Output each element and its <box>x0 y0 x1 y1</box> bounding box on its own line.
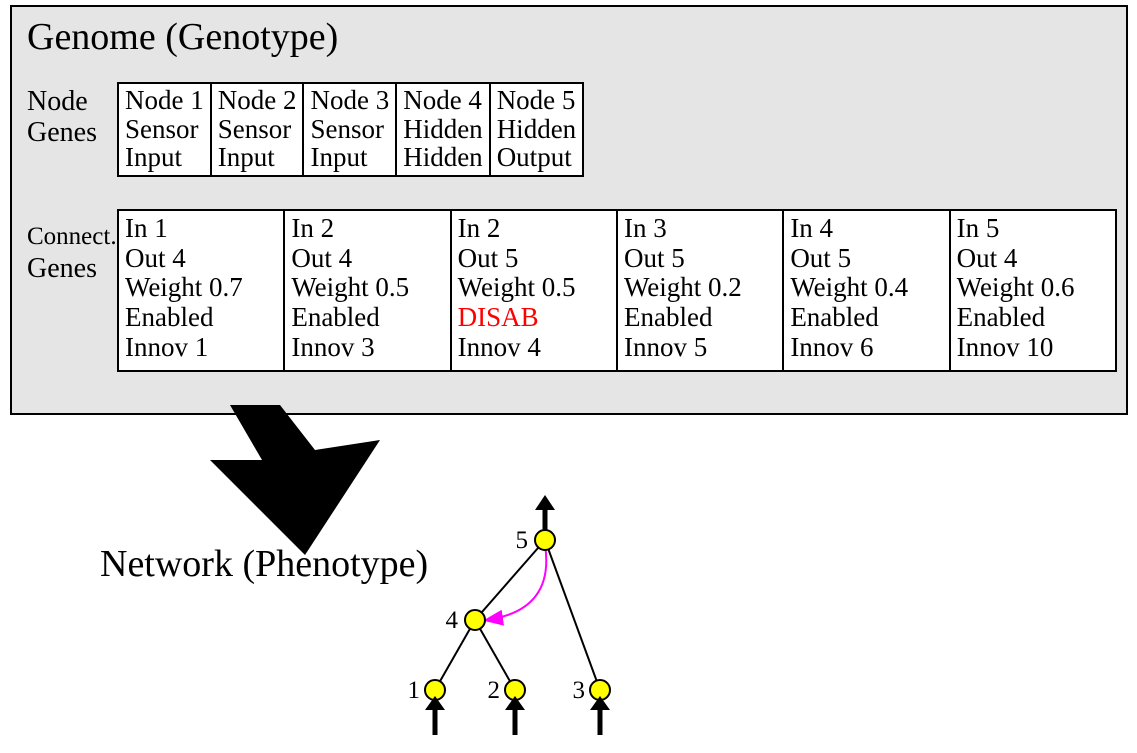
conn-gene-out: Out 4 <box>957 244 1109 274</box>
node-gene-name: Node 5 <box>497 86 576 115</box>
conn-gene-innov: Innov 4 <box>458 333 610 363</box>
conn-gene-weight: Weight 0.6 <box>957 273 1109 303</box>
conn-gene-1: In 1 Out 4 Weight 0.7 Enabled Innov 1 <box>119 211 285 370</box>
conn-gene-out: Out 5 <box>790 244 942 274</box>
genome-title: Genome (Genotype) <box>27 15 338 59</box>
conn-gene-status: Enabled <box>125 303 277 333</box>
conn-gene-out: Out 4 <box>291 244 443 274</box>
node-gene-4: Node 4 Hidden Hidden <box>397 84 490 175</box>
node-gene-type: Sensor <box>310 115 389 144</box>
node-gene-name: Node 3 <box>310 86 389 115</box>
conn-gene-innov: Innov 1 <box>125 333 277 363</box>
network-phenotype-diagram: 5 4 1 2 3 <box>395 490 715 750</box>
node-gene-layer: Input <box>125 143 204 172</box>
conn-gene-in: In 2 <box>458 214 610 244</box>
conn-gene-innov: Innov 5 <box>624 333 776 363</box>
conn-gene-out: Out 4 <box>125 244 277 274</box>
conn-gene-5: In 4 Out 5 Weight 0.4 Enabled Innov 6 <box>784 211 950 370</box>
node-genes-label-l1: Node <box>27 87 97 118</box>
conn-gene-in: In 4 <box>790 214 942 244</box>
node-gene-5: Node 5 Hidden Output <box>491 84 582 175</box>
genotype-to-phenotype-arrow-icon <box>190 395 410 565</box>
network-node-5 <box>535 530 555 550</box>
node-genes-label: Node Genes <box>27 87 97 149</box>
node-genes-row: Node 1 Sensor Input Node 2 Sensor Input … <box>117 82 584 177</box>
node-gene-layer: Hidden <box>403 143 482 172</box>
conn-gene-status: Enabled <box>291 303 443 333</box>
edge-5-4-recurrent <box>487 545 546 620</box>
network-node-2-label: 2 <box>488 677 501 704</box>
conn-gene-weight: Weight 0.5 <box>291 273 443 303</box>
conn-gene-innov: Innov 3 <box>291 333 443 363</box>
conn-gene-innov: Innov 10 <box>957 333 1109 363</box>
conn-gene-2: In 2 Out 4 Weight 0.5 Enabled Innov 3 <box>285 211 451 370</box>
network-node-3-label: 3 <box>573 677 586 704</box>
conn-gene-in: In 3 <box>624 214 776 244</box>
network-node-5-label: 5 <box>516 527 529 554</box>
conn-gene-out: Out 5 <box>624 244 776 274</box>
conn-gene-weight: Weight 0.4 <box>790 273 942 303</box>
network-node-4 <box>465 610 485 630</box>
node-gene-layer: Output <box>497 143 576 172</box>
node-gene-layer: Input <box>218 143 297 172</box>
network-node-1-label: 1 <box>408 677 421 704</box>
output-arrowhead-icon <box>535 495 555 510</box>
conn-gene-6: In 5 Out 4 Weight 0.6 Enabled Innov 10 <box>951 211 1115 370</box>
conn-gene-in: In 5 <box>957 214 1109 244</box>
connect-genes-label-l1: Connect. <box>27 222 117 252</box>
node-gene-2: Node 2 Sensor Input <box>212 84 305 175</box>
node-gene-3: Node 3 Sensor Input <box>304 84 397 175</box>
connect-genes-label-l2: Genes <box>27 252 117 286</box>
conn-gene-weight: Weight 0.7 <box>125 273 277 303</box>
node-gene-type: Hidden <box>497 115 576 144</box>
node-gene-name: Node 2 <box>218 86 297 115</box>
conn-gene-status: Enabled <box>624 303 776 333</box>
node-genes-label-l2: Genes <box>27 118 97 149</box>
conn-gene-4: In 3 Out 5 Weight 0.2 Enabled Innov 5 <box>618 211 784 370</box>
node-gene-type: Sensor <box>125 115 204 144</box>
connect-genes-label: Connect. Genes <box>27 222 117 286</box>
node-gene-layer: Input <box>310 143 389 172</box>
conn-gene-in: In 1 <box>125 214 277 244</box>
network-node-4-label: 4 <box>446 607 459 634</box>
conn-gene-out: Out 5 <box>458 244 610 274</box>
node-gene-name: Node 1 <box>125 86 204 115</box>
edge-4-5 <box>475 540 545 620</box>
conn-genes-row: In 1 Out 4 Weight 0.7 Enabled Innov 1 In… <box>117 209 1117 372</box>
node-gene-type: Sensor <box>218 115 297 144</box>
conn-gene-innov: Innov 6 <box>790 333 942 363</box>
edge-3-5 <box>545 540 600 690</box>
conn-gene-3: In 2 Out 5 Weight 0.5 DISAB Innov 4 <box>452 211 618 370</box>
conn-gene-status: Enabled <box>790 303 942 333</box>
genome-genotype-box: Genome (Genotype) Node Genes Node 1 Sens… <box>10 5 1128 415</box>
conn-gene-weight: Weight 0.5 <box>458 273 610 303</box>
conn-gene-weight: Weight 0.2 <box>624 273 776 303</box>
node-gene-1: Node 1 Sensor Input <box>119 84 212 175</box>
node-gene-type: Hidden <box>403 115 482 144</box>
conn-gene-status: Enabled <box>957 303 1109 333</box>
conn-gene-in: In 2 <box>291 214 443 244</box>
node-gene-name: Node 4 <box>403 86 482 115</box>
conn-gene-status: DISAB <box>458 303 610 333</box>
